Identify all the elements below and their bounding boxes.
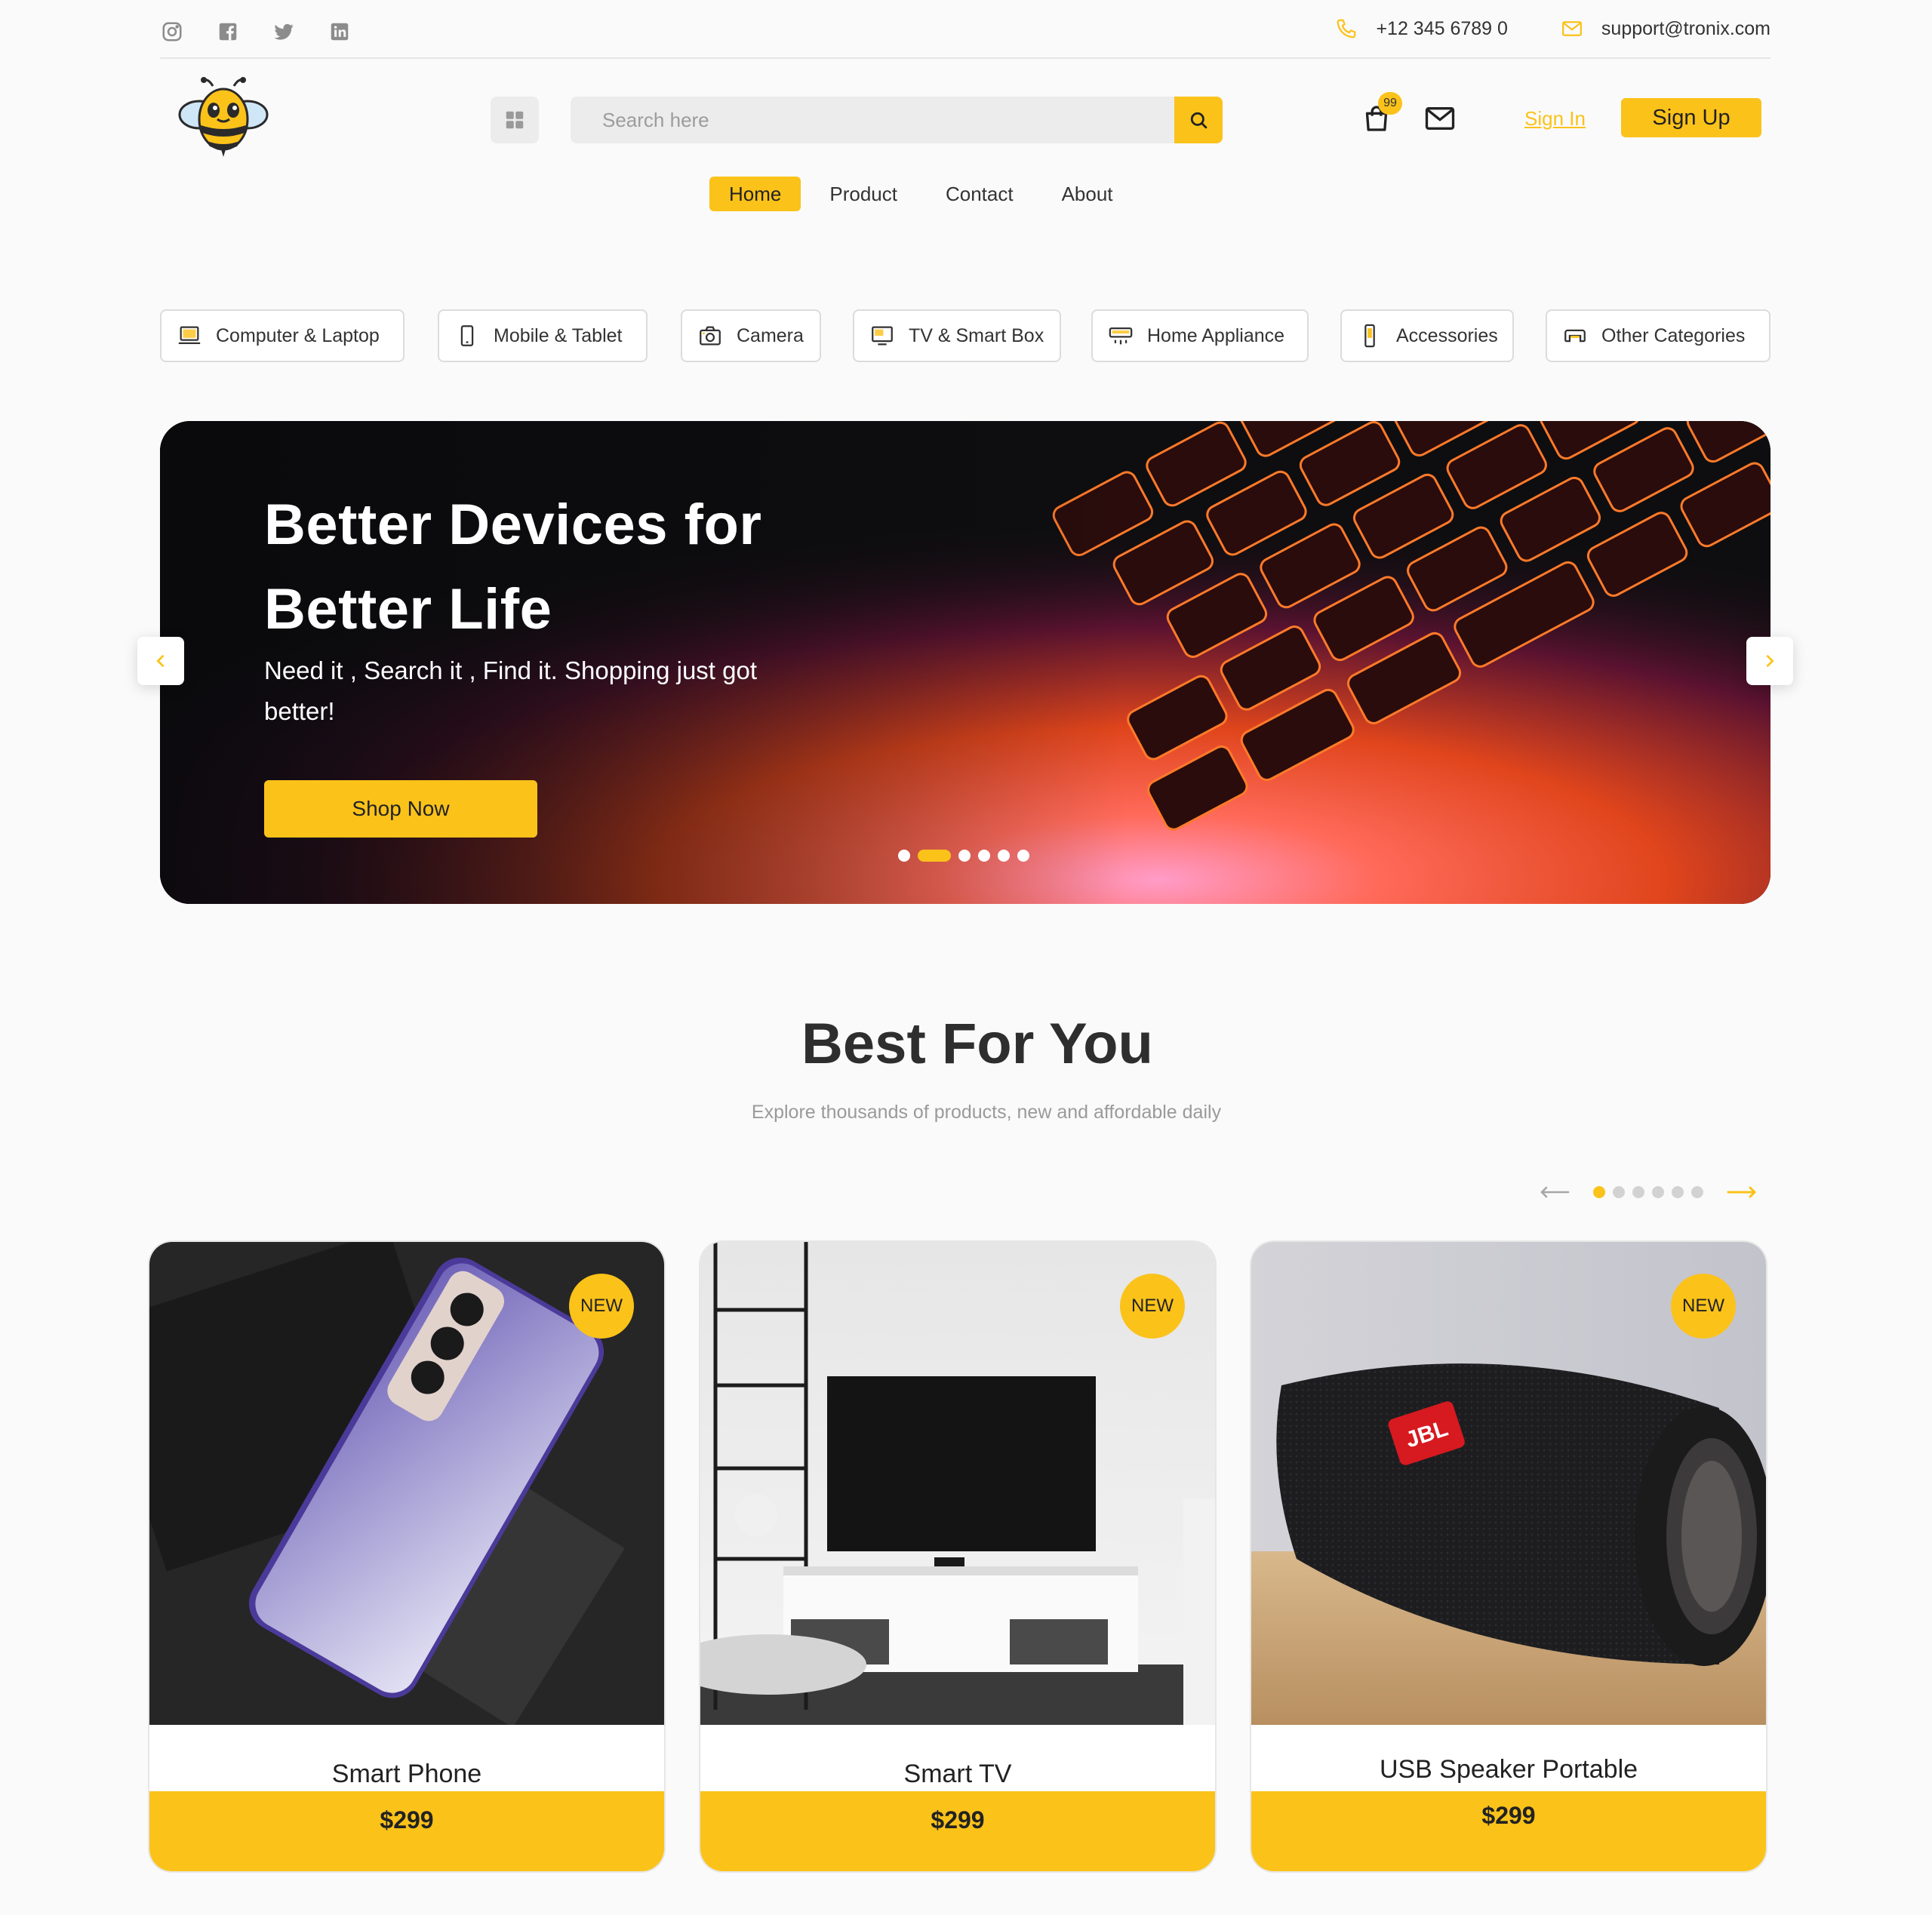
hero-title-line1: Better Devices for <box>264 493 762 557</box>
linkedin-icon[interactable] <box>328 20 352 44</box>
category-other[interactable]: Other Categories <box>1546 309 1770 362</box>
product-name: USB Speaker Portable <box>1379 1755 1638 1784</box>
hero-title: Better Devices for Better Life <box>264 483 838 652</box>
product-price: $299 <box>931 1806 985 1834</box>
phone-number[interactable]: +12 345 6789 0 <box>1376 18 1507 40</box>
search-bar <box>571 97 1223 143</box>
slide-dot[interactable] <box>1017 850 1029 862</box>
category-label: TV & Smart Box <box>909 324 1044 346</box>
mail-icon[interactable] <box>1425 106 1455 131</box>
product-card[interactable]: JBL NEW USB Speaker Portable $299 <box>1251 1242 1766 1871</box>
product-name: Smart Phone <box>331 1760 482 1788</box>
category-tv-smart-box[interactable]: TV & Smart Box <box>853 309 1061 362</box>
page-dot[interactable] <box>1652 1186 1664 1198</box>
category-label: Other Categories <box>1601 324 1746 346</box>
category-home-appliance[interactable]: Home Appliance <box>1091 309 1309 362</box>
cart-count-badge: 99 <box>1378 92 1402 115</box>
arrow-left-icon[interactable] <box>1540 1186 1570 1198</box>
sign-up-button[interactable]: Sign Up <box>1621 98 1761 137</box>
hero-next-button[interactable] <box>1746 637 1793 685</box>
new-badge: NEW <box>1120 1274 1185 1339</box>
slide-dot-active[interactable] <box>918 850 951 862</box>
category-camera[interactable]: Camera <box>681 309 821 362</box>
nav-about[interactable]: About <box>1042 177 1133 211</box>
nav-home[interactable]: Home <box>709 177 801 211</box>
search-button[interactable] <box>1174 97 1223 143</box>
camera-icon <box>700 326 721 346</box>
mobile-icon <box>460 325 474 346</box>
laptop-icon <box>178 326 201 345</box>
shop-now-button[interactable]: Shop Now <box>264 780 537 838</box>
category-label: Mobile & Tablet <box>494 324 623 346</box>
phone-icon <box>1335 17 1359 41</box>
category-grid-button[interactable] <box>491 97 539 143</box>
social-links <box>160 20 352 44</box>
appliance-icon <box>1109 327 1133 345</box>
page-dot[interactable] <box>1632 1186 1644 1198</box>
section-title: Best For You <box>801 1012 1153 1076</box>
category-computer-laptop[interactable]: Computer & Laptop <box>160 309 405 362</box>
email-icon <box>1561 17 1585 41</box>
chevron-right-icon <box>1766 655 1774 667</box>
sign-in-link[interactable]: Sign In <box>1524 107 1586 131</box>
category-label: Accessories <box>1396 324 1498 346</box>
hero-prev-button[interactable] <box>137 637 184 685</box>
nav-contact[interactable]: Contact <box>926 177 1033 211</box>
email-address[interactable]: support@tronix.com <box>1601 18 1770 40</box>
product-price: $299 <box>380 1806 434 1834</box>
instagram-icon[interactable] <box>160 20 184 44</box>
page-dot[interactable] <box>1672 1186 1684 1198</box>
nav-product[interactable]: Product <box>810 177 917 211</box>
section-subtitle: Explore thousands of products, new and a… <box>751 1102 1222 1123</box>
category-label: Computer & Laptop <box>216 324 380 346</box>
new-badge: NEW <box>569 1274 634 1339</box>
twitter-icon[interactable] <box>272 20 296 44</box>
product-pager <box>1540 1186 1757 1198</box>
hero-banner: Better Devices for Better Life Need it , … <box>160 421 1770 904</box>
hero-slide-dots <box>898 850 1029 862</box>
search-icon <box>1190 112 1208 129</box>
chevron-left-icon <box>156 655 165 667</box>
slide-dot[interactable] <box>998 850 1010 862</box>
categories-icon <box>1564 329 1586 343</box>
category-mobile-tablet[interactable]: Mobile & Tablet <box>438 309 648 362</box>
product-name: Smart TV <box>903 1760 1012 1788</box>
page-dot[interactable] <box>1691 1186 1703 1198</box>
slide-dot[interactable] <box>958 850 971 862</box>
page-dot[interactable] <box>1613 1186 1625 1198</box>
accessories-icon <box>1364 324 1375 348</box>
product-price: $299 <box>1481 1802 1536 1829</box>
search-input[interactable] <box>571 97 1174 143</box>
product-card[interactable]: NEW Smart Phone $299 <box>149 1242 664 1871</box>
slide-dot[interactable] <box>978 850 990 862</box>
page-dot-active[interactable] <box>1593 1186 1605 1198</box>
product-card[interactable]: NEW Smart TV $299 <box>700 1242 1215 1871</box>
hero-title-line2: Better Life <box>264 577 552 641</box>
category-label: Home Appliance <box>1147 324 1285 346</box>
hero-subtitle: Need it , Search it , Find it. Shopping … <box>264 656 758 725</box>
arrow-right-icon[interactable] <box>1727 1186 1757 1198</box>
bee-logo[interactable] <box>178 75 269 158</box>
category-label: Camera <box>737 324 804 346</box>
top-bar: +12 345 6789 0 support@tronix.com <box>160 11 1770 59</box>
facebook-icon[interactable] <box>216 20 240 44</box>
contact-info: +12 345 6789 0 support@tronix.com <box>1335 17 1770 41</box>
category-bar: Computer & Laptop Mobile & Tablet Camera… <box>160 309 1770 362</box>
new-badge: NEW <box>1671 1274 1736 1339</box>
category-accessories[interactable]: Accessories <box>1340 309 1514 362</box>
grid-icon <box>506 111 524 129</box>
main-nav: Home Product Contact About <box>709 177 1133 211</box>
slide-dot[interactable] <box>898 850 910 862</box>
tv-icon <box>872 326 893 346</box>
